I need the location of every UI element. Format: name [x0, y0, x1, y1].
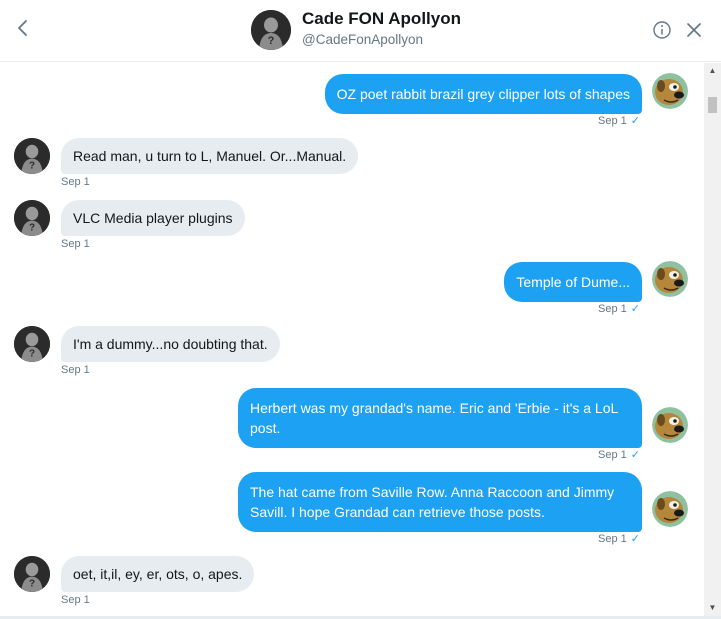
scrollbar-thumb[interactable]: [708, 97, 717, 113]
info-circle-icon: [653, 21, 671, 39]
message-bubble-outgoing[interactable]: The hat came from Saville Row. Anna Racc…: [238, 472, 642, 532]
contact-name[interactable]: Cade FON Apollyon: [302, 9, 461, 29]
chevron-left-icon: [18, 20, 27, 36]
avatar[interactable]: [14, 200, 50, 236]
read-check-icon: ✓: [630, 533, 640, 545]
avatar[interactable]: [251, 10, 291, 50]
message-bubble-incoming[interactable]: VLC Media player plugins: [61, 200, 245, 236]
back-button[interactable]: [12, 17, 34, 39]
read-check-icon: ✓: [630, 115, 640, 127]
contact-handle[interactable]: @CadeFonApollyon: [302, 32, 423, 47]
message-bubble-outgoing[interactable]: Herbert was my grandad's name. Eric and …: [238, 388, 642, 448]
message-date: Sep 1: [61, 238, 90, 250]
message-date: Sep 1: [598, 449, 627, 461]
message-text: OZ poet rabbit brazil grey clipper lots …: [336, 86, 630, 102]
message-date: Sep 1: [598, 303, 627, 315]
message-bubble-outgoing[interactable]: OZ poet rabbit brazil grey clipper lots …: [324, 74, 642, 114]
message-bubble-incoming[interactable]: Read man, u turn to L, Manuel. Or...Manu…: [61, 138, 359, 174]
message-text: Read man, u turn to L, Manuel. Or...Manu…: [73, 148, 347, 164]
avatar[interactable]: [652, 261, 688, 297]
avatar[interactable]: [14, 326, 50, 362]
close-button[interactable]: [686, 22, 702, 38]
message-date: Sep 1: [598, 115, 627, 127]
scroll-up-arrow-icon[interactable]: ▲: [704, 63, 721, 79]
message-thread[interactable]: OZ poet rabbit brazil grey clipper lots …: [0, 63, 704, 616]
message-text: VLC Media player plugins: [73, 210, 233, 226]
read-check-icon: ✓: [630, 449, 640, 461]
message-bubble-incoming[interactable]: oet, it,il, ey, er, ots, o, apes.: [61, 556, 255, 592]
read-check-icon: ✓: [630, 303, 640, 315]
info-button[interactable]: [652, 20, 672, 40]
close-icon: [687, 23, 701, 37]
message-date: Sep 1: [61, 364, 90, 376]
message-text: Herbert was my grandad's name. Eric and …: [250, 400, 618, 436]
avatar[interactable]: [652, 491, 688, 527]
avatar[interactable]: [14, 556, 50, 592]
avatar[interactable]: [14, 138, 50, 174]
conversation-header: Cade FON Apollyon @CadeFonApollyon: [0, 0, 721, 62]
avatar[interactable]: [652, 407, 688, 443]
message-date: Sep 1: [61, 176, 90, 188]
message-meta: Sep 1 ✓: [598, 448, 640, 461]
message-text: Temple of Dume...: [516, 274, 630, 290]
message-bubble-outgoing[interactable]: Temple of Dume...: [504, 262, 642, 302]
message-text: The hat came from Saville Row. Anna Racc…: [250, 484, 615, 520]
message-date: Sep 1: [598, 533, 627, 545]
avatar[interactable]: [652, 73, 688, 109]
message-meta: Sep 1 ✓: [598, 532, 640, 545]
scroll-down-arrow-icon[interactable]: ▼: [704, 600, 721, 616]
message-date: Sep 1: [61, 594, 90, 606]
message-bubble-incoming[interactable]: I'm a dummy...no doubting that.: [61, 326, 280, 362]
message-text: oet, it,il, ey, er, ots, o, apes.: [73, 566, 243, 582]
scrollbar[interactable]: ▲ ▼: [704, 63, 721, 616]
message-meta: Sep 1 ✓: [598, 114, 640, 127]
message-meta: Sep 1 ✓: [598, 302, 640, 315]
message-text: I'm a dummy...no doubting that.: [73, 336, 268, 352]
